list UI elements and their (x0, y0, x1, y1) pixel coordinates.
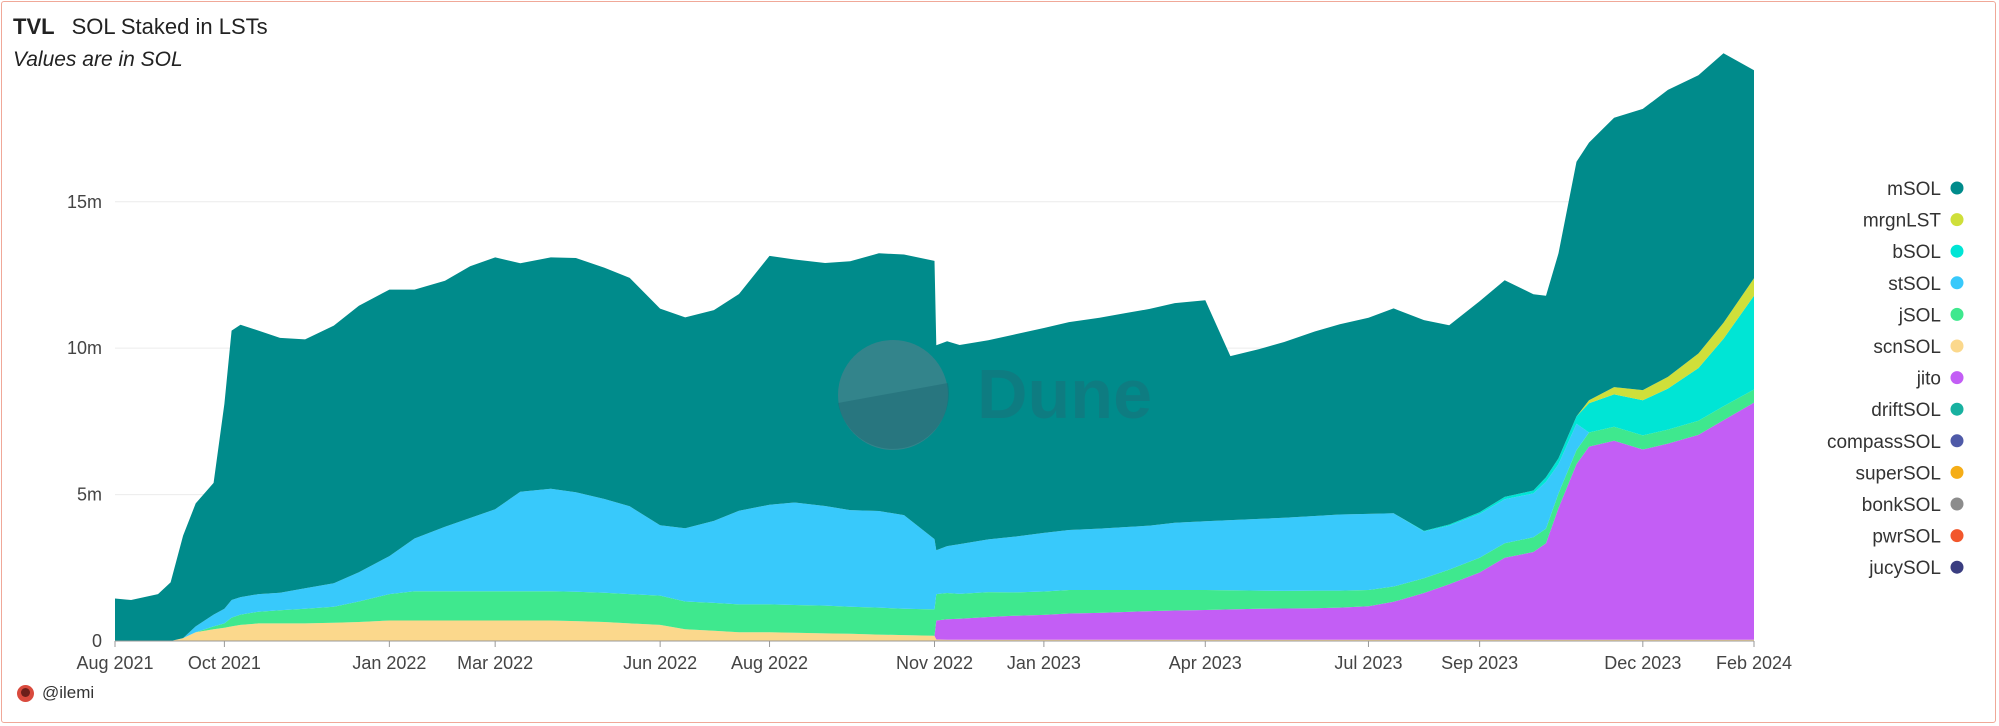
x-tick-label: Jan 2022 (352, 653, 426, 673)
legend-marker-mrgnLST[interactable] (1950, 213, 1964, 227)
author-handle: @ilemi (42, 683, 95, 702)
legend-marker-mSOL[interactable] (1950, 181, 1964, 195)
legend-marker-jucySOL[interactable] (1950, 560, 1964, 574)
x-tick-label: Sep 2023 (1441, 653, 1518, 673)
legend-marker-scnSOL[interactable] (1950, 339, 1964, 353)
legend-label-scnSOL[interactable]: scnSOL (1873, 337, 1941, 358)
legend-marker-jito[interactable] (1950, 371, 1964, 385)
legend-label-pwrSOL[interactable]: pwrSOL (1872, 527, 1941, 548)
legend-label-superSOL[interactable]: superSOL (1855, 463, 1941, 484)
series-areas (115, 53, 1754, 642)
legend-label-bSOL[interactable]: bSOL (1892, 242, 1941, 263)
x-tick-label: Feb 2024 (1716, 653, 1792, 673)
y-tick-label: 15m (67, 192, 102, 212)
legend-marker-jSOL[interactable] (1950, 307, 1964, 321)
legend-label-jito[interactable]: jito (1916, 369, 1941, 390)
y-tick-label: 5m (77, 485, 102, 505)
x-tick-label: Jun 2022 (623, 653, 697, 673)
legend-marker-bSOL[interactable] (1950, 244, 1964, 258)
legend-label-driftSOL[interactable]: driftSOL (1871, 400, 1941, 421)
legend[interactable]: mSOL mrgnLST bSOL stSOL jSOL scnSOL jito driftS… (1827, 179, 1964, 579)
legend-label-jucySOL[interactable]: jucySOL (1868, 558, 1941, 579)
x-tick-label: Nov 2022 (896, 653, 973, 673)
x-tick-label: Apr 2023 (1169, 653, 1242, 673)
legend-label-jSOL[interactable]: jSOL (1898, 305, 1941, 326)
x-tick-label: Dec 2023 (1604, 653, 1681, 673)
x-tick-label: Aug 2022 (731, 653, 808, 673)
legend-marker-driftSOL[interactable] (1950, 402, 1964, 416)
legend-label-stSOL[interactable]: stSOL (1888, 274, 1941, 295)
y-tick-label: 0 (92, 631, 102, 651)
y-tick-label: 10m (67, 338, 102, 358)
author[interactable]: @ilemi (17, 683, 94, 703)
dune-watermark-text: Dune (977, 355, 1152, 433)
area-chart: Dune 0 5m 10m 15m Aug 2021 Oct 2021 Jan 2022 Ma… (67, 53, 1964, 673)
legend-marker-compassSOL[interactable] (1950, 434, 1964, 448)
legend-marker-pwrSOL[interactable] (1950, 529, 1964, 543)
legend-label-bonkSOL[interactable]: bonkSOL (1862, 495, 1941, 516)
legend-marker-stSOL[interactable] (1950, 276, 1964, 290)
legend-label-mSOL[interactable]: mSOL (1887, 179, 1941, 200)
avatar (17, 684, 34, 702)
x-tick-label: Mar 2022 (457, 653, 533, 673)
x-tick-label: Aug 2021 (76, 653, 153, 673)
x-tick-label: Oct 2021 (188, 653, 261, 673)
legend-marker-bonkSOL[interactable] (1950, 497, 1964, 511)
legend-marker-superSOL[interactable] (1950, 465, 1964, 479)
x-tick-label: Jul 2023 (1334, 653, 1402, 673)
legend-label-compassSOL[interactable]: compassSOL (1827, 432, 1941, 453)
x-tick-label: Jan 2023 (1007, 653, 1081, 673)
legend-label-mrgnLST[interactable]: mrgnLST (1863, 211, 1942, 232)
